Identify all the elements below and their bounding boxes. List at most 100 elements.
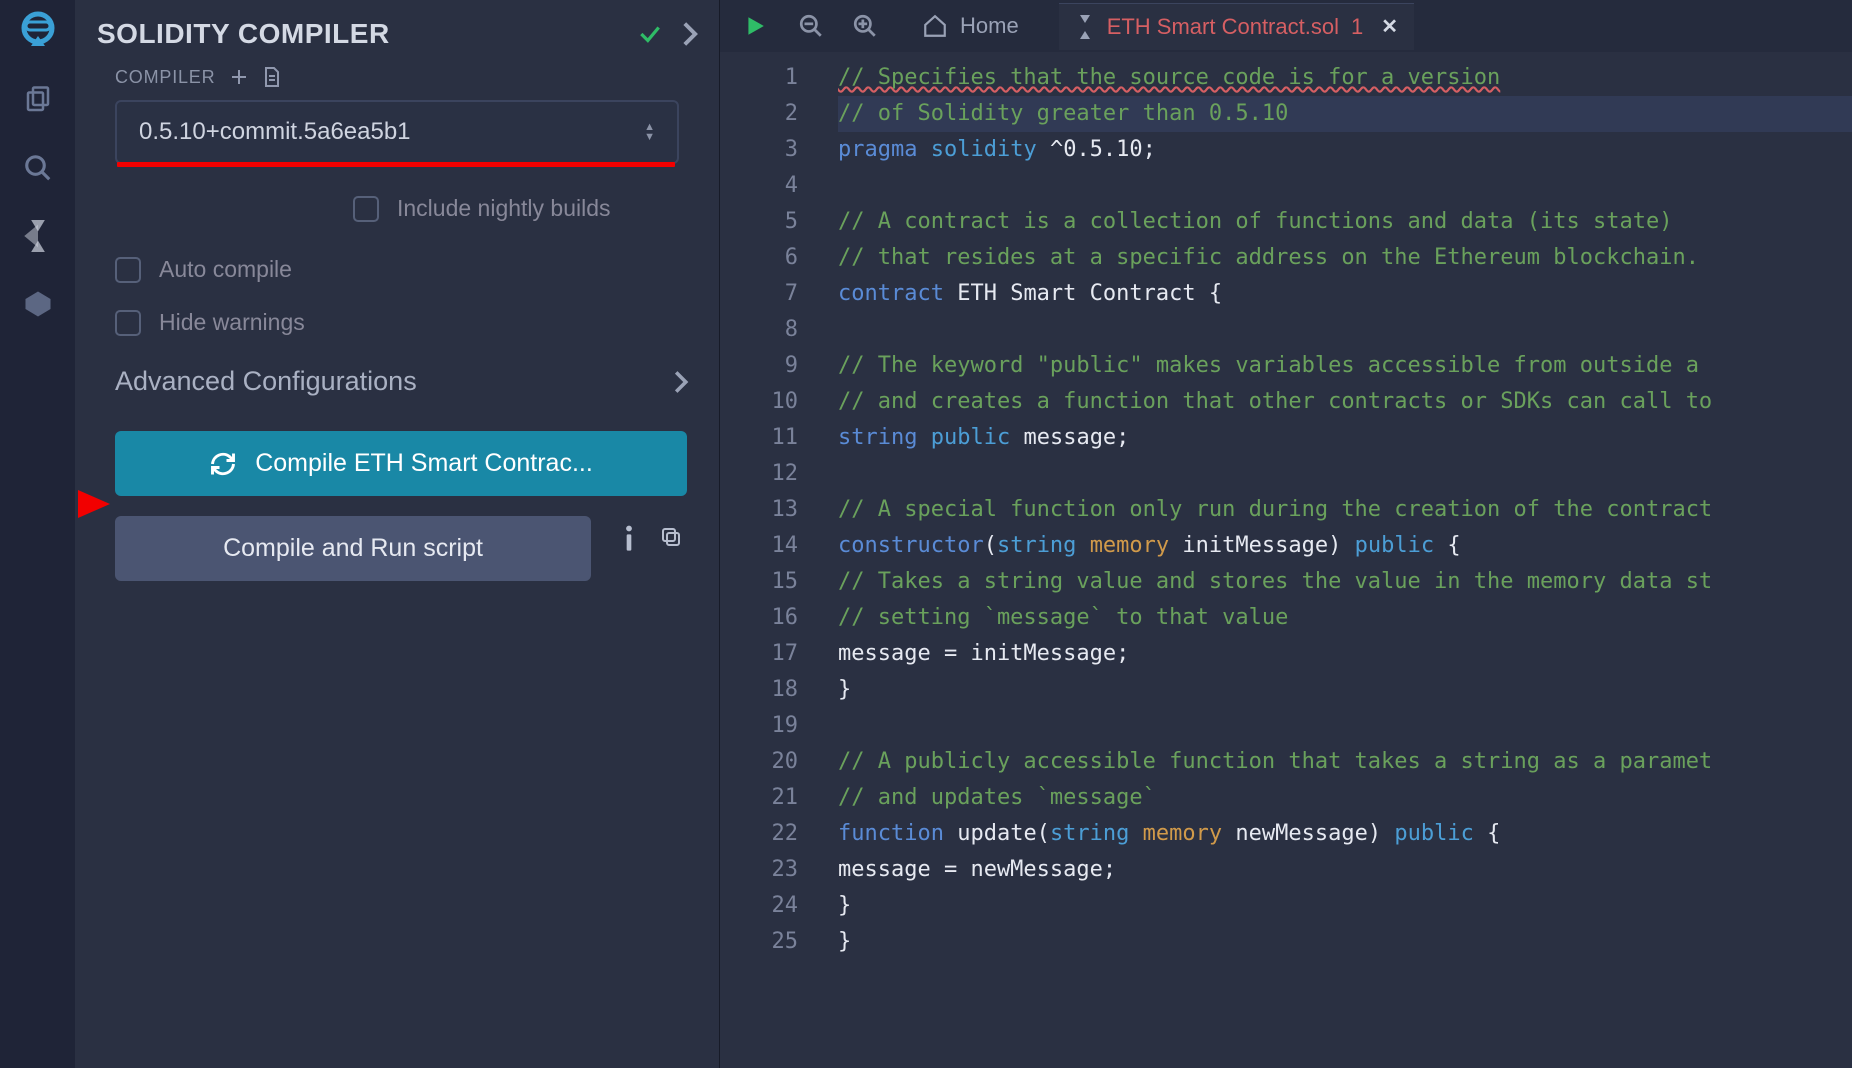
- line-number: 10: [720, 384, 798, 420]
- code-line[interactable]: [838, 708, 1852, 744]
- tab-modified-badge: 1: [1351, 14, 1363, 40]
- include-nightly-label: Include nightly builds: [397, 195, 611, 222]
- tab-home[interactable]: Home: [906, 3, 1035, 49]
- chevron-right-icon[interactable]: [681, 21, 699, 47]
- compiler-version-dropdown[interactable]: 0.5.10+commit.5a6ea5b1 ▲▼: [115, 100, 679, 164]
- line-number: 9: [720, 348, 798, 384]
- panel-title: SOLIDITY COMPILER: [97, 18, 390, 50]
- remix-logo-icon[interactable]: [16, 8, 60, 52]
- line-number: 4: [720, 168, 798, 204]
- annotation-arrow: [78, 490, 110, 518]
- code-editor[interactable]: 1234567891011121314151617181920212223242…: [720, 52, 1852, 1068]
- compiler-label: COMPILER: [115, 67, 215, 88]
- code-line[interactable]: message = newMessage;: [838, 852, 1852, 888]
- line-number: 8: [720, 312, 798, 348]
- code-line[interactable]: }: [838, 672, 1852, 708]
- code-line[interactable]: }: [838, 924, 1852, 960]
- code-line[interactable]: }: [838, 888, 1852, 924]
- line-number: 15: [720, 564, 798, 600]
- search-icon[interactable]: [18, 148, 58, 188]
- code-line[interactable]: // and updates `message`: [838, 780, 1852, 816]
- code-line[interactable]: // Specifies that the source code is for…: [838, 60, 1852, 96]
- checkbox-icon: [353, 196, 379, 222]
- tab-file-name: ETH Smart Contract.sol: [1107, 14, 1339, 40]
- hide-warnings-checkbox[interactable]: Hide warnings: [115, 309, 697, 336]
- code-line[interactable]: [838, 168, 1852, 204]
- line-number: 17: [720, 636, 798, 672]
- compile-button[interactable]: Compile ETH Smart Contrac...: [115, 431, 687, 496]
- code-line[interactable]: [838, 456, 1852, 492]
- checkbox-icon: [115, 257, 141, 283]
- advanced-label: Advanced Configurations: [115, 366, 417, 397]
- code-line[interactable]: // A special function only run during th…: [838, 492, 1852, 528]
- code-line[interactable]: // Takes a string value and stores the v…: [838, 564, 1852, 600]
- code-line[interactable]: // and creates a function that other con…: [838, 384, 1852, 420]
- advanced-configurations-toggle[interactable]: Advanced Configurations: [75, 336, 719, 411]
- line-gutter: 1234567891011121314151617181920212223242…: [720, 52, 820, 1068]
- plus-icon[interactable]: [229, 67, 249, 87]
- info-icon[interactable]: [621, 525, 637, 553]
- line-number: 11: [720, 420, 798, 456]
- run-icon[interactable]: [744, 15, 774, 37]
- line-number: 5: [720, 204, 798, 240]
- line-number: 1: [720, 60, 798, 96]
- line-number: 6: [720, 240, 798, 276]
- code-line[interactable]: message = initMessage;: [838, 636, 1852, 672]
- line-number: 13: [720, 492, 798, 528]
- tab-active-file[interactable]: ETH Smart Contract.sol 1 ✕: [1059, 3, 1414, 50]
- compiler-section: COMPILER 0.5.10+commit.5a6ea5b1 ▲▼ Inclu…: [75, 60, 719, 336]
- code-line[interactable]: pragma solidity ^0.5.10;: [838, 132, 1852, 168]
- check-icon: [637, 21, 663, 47]
- solidity-file-icon: [1075, 15, 1095, 39]
- line-number: 19: [720, 708, 798, 744]
- line-number: 2: [720, 96, 798, 132]
- solidity-compiler-icon[interactable]: [18, 216, 58, 256]
- hide-warnings-label: Hide warnings: [159, 309, 305, 336]
- line-number: 12: [720, 456, 798, 492]
- refresh-icon: [209, 450, 237, 478]
- code-lines[interactable]: // Specifies that the source code is for…: [820, 52, 1852, 1068]
- zoom-out-icon[interactable]: [798, 13, 828, 39]
- line-number: 16: [720, 600, 798, 636]
- chevron-right-icon: [673, 370, 689, 394]
- auto-compile-label: Auto compile: [159, 256, 292, 283]
- compiler-panel: SOLIDITY COMPILER COMPILER 0.5.10+commit…: [75, 0, 720, 1068]
- code-line[interactable]: string public message;: [838, 420, 1852, 456]
- file-icon[interactable]: [263, 66, 281, 88]
- zoom-in-icon[interactable]: [852, 13, 882, 39]
- checkbox-icon: [115, 310, 141, 336]
- deploy-icon[interactable]: [18, 284, 58, 324]
- code-line[interactable]: // that resides at a specific address on…: [838, 240, 1852, 276]
- code-line[interactable]: // of Solidity greater than 0.5.10: [838, 96, 1852, 132]
- line-number: 23: [720, 852, 798, 888]
- close-icon[interactable]: ✕: [1381, 14, 1398, 39]
- tab-home-label: Home: [960, 13, 1019, 39]
- line-number: 7: [720, 276, 798, 312]
- code-line[interactable]: function update(string memory newMessage…: [838, 816, 1852, 852]
- updown-icon: ▲▼: [644, 123, 655, 142]
- compiler-version-value: 0.5.10+commit.5a6ea5b1: [139, 118, 411, 146]
- annotation-underline: [117, 162, 675, 167]
- code-line[interactable]: // The keyword "public" makes variables …: [838, 348, 1852, 384]
- line-number: 24: [720, 888, 798, 924]
- icon-rail: [0, 0, 75, 1068]
- editor-pane: Home ETH Smart Contract.sol 1 ✕ 1 23 45678…: [720, 0, 1852, 1068]
- code-line[interactable]: // A publicly accessible function that t…: [838, 744, 1852, 780]
- copy-icon[interactable]: [659, 525, 683, 553]
- code-line[interactable]: contract ETH Smart Contract {: [838, 276, 1852, 312]
- compile-and-run-button[interactable]: Compile and Run script: [115, 516, 591, 581]
- line-number: 14: [720, 528, 798, 564]
- panel-header: SOLIDITY COMPILER: [75, 10, 719, 60]
- include-nightly-checkbox[interactable]: Include nightly builds: [353, 195, 697, 222]
- code-line[interactable]: [838, 312, 1852, 348]
- line-number: 20: [720, 744, 798, 780]
- home-icon: [922, 13, 948, 39]
- files-icon[interactable]: [18, 80, 58, 120]
- line-number: 18: [720, 672, 798, 708]
- code-line[interactable]: constructor(string memory initMessage) p…: [838, 528, 1852, 564]
- line-number: 21: [720, 780, 798, 816]
- auto-compile-checkbox[interactable]: Auto compile: [115, 256, 697, 283]
- code-line[interactable]: // A contract is a collection of functio…: [838, 204, 1852, 240]
- line-number: 22: [720, 816, 798, 852]
- code-line[interactable]: // setting `message` to that value: [838, 600, 1852, 636]
